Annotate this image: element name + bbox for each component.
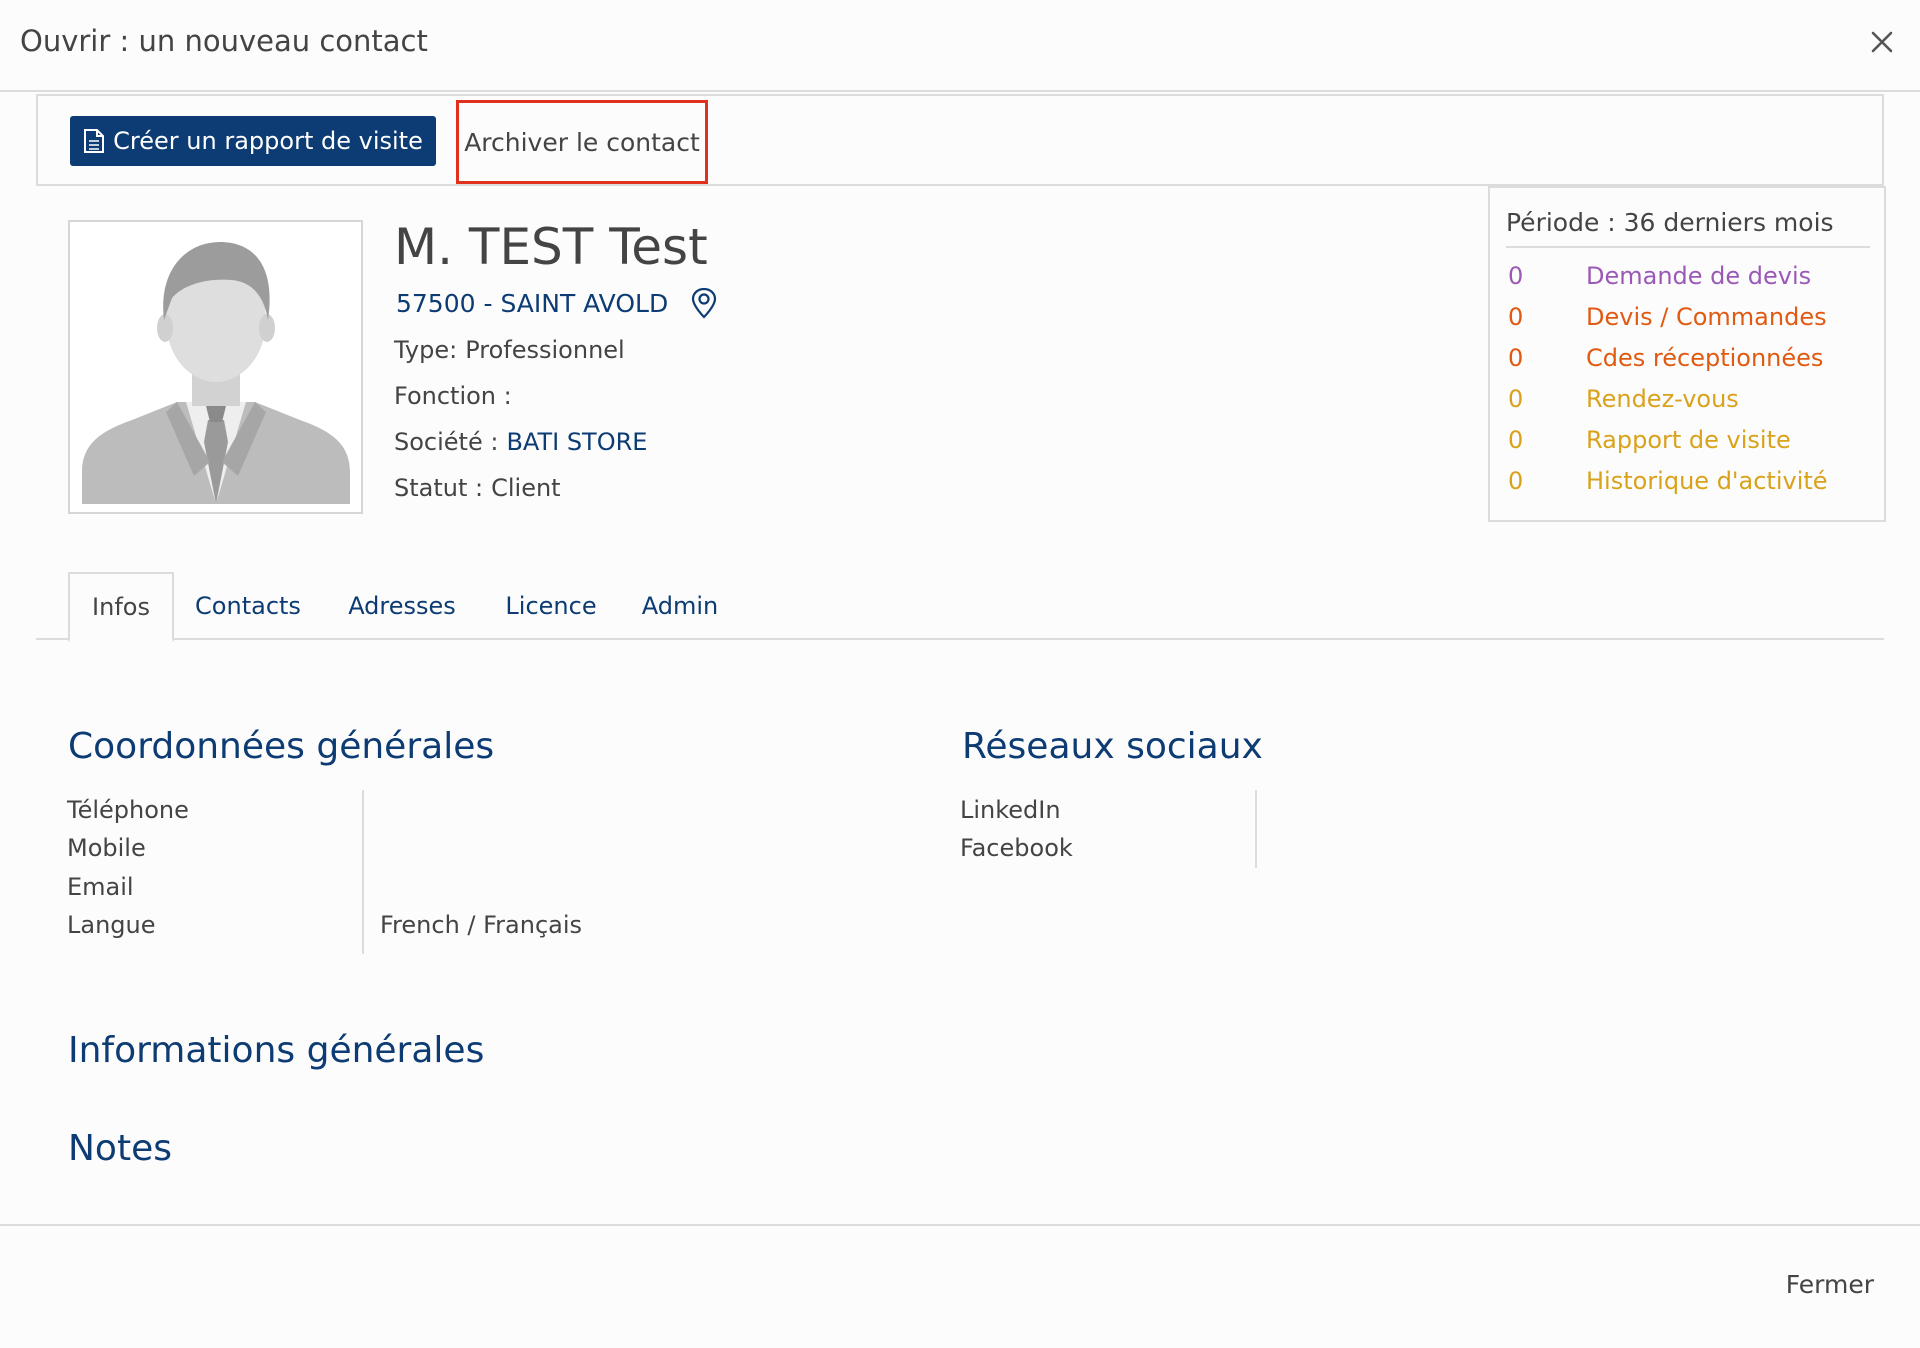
contact-company-label: Société : [394, 428, 499, 456]
tab-admin[interactable]: Admin [632, 572, 728, 640]
stat-count: 0 [1508, 262, 1524, 290]
contact-type-label: Type: [394, 336, 458, 364]
phone-label: Téléphone [67, 796, 189, 824]
close-button[interactable] [1862, 22, 1902, 62]
section-title-informations: Informations générales [68, 1030, 485, 1071]
map-pin-icon[interactable] [690, 287, 718, 319]
stat-label: Rendez-vous [1586, 385, 1739, 413]
column-divider [1255, 790, 1257, 868]
tab-licence[interactable]: Licence [494, 572, 608, 640]
contact-status-row: Statut : Client [394, 474, 561, 502]
close-footer-button[interactable]: Fermer [1778, 1266, 1882, 1303]
stat-label: Demande de devis [1586, 262, 1812, 290]
stat-quote-requests[interactable]: 0 Demande de devis [1508, 262, 1811, 290]
tab-infos[interactable]: Infos [68, 572, 174, 642]
stat-label: Rapport de visite [1586, 426, 1791, 454]
contact-company-link[interactable]: BATI STORE [506, 428, 647, 456]
tab-bar: Infos Contacts Adresses Licence Admin [36, 572, 1884, 642]
stat-label: Historique d'activité [1586, 467, 1828, 495]
stat-count: 0 [1508, 385, 1524, 413]
avatar [68, 220, 363, 514]
section-title-notes: Notes [68, 1128, 172, 1169]
stat-label: Cdes réceptionnées [1586, 344, 1824, 372]
close-icon [1871, 31, 1893, 53]
stat-count: 0 [1508, 303, 1524, 331]
file-document-icon [84, 129, 105, 153]
stat-received-orders[interactable]: 0 Cdes réceptionnées [1508, 344, 1823, 372]
section-title-coordonnees: Coordonnées générales [68, 726, 495, 767]
archive-contact-button[interactable]: Archiver le contact [456, 100, 708, 184]
language-value: French / Français [380, 911, 583, 939]
contact-function-label: Fonction : [394, 382, 512, 410]
contact-status-label: Statut : [394, 474, 484, 502]
stats-period: Période : 36 derniers mois [1506, 208, 1870, 248]
mobile-label: Mobile [67, 834, 146, 862]
section-title-reseaux: Réseaux sociaux [962, 726, 1263, 767]
stat-visit-reports[interactable]: 0 Rapport de visite [1508, 426, 1791, 454]
footer-divider [0, 1224, 1920, 1226]
toolbar: Créer un rapport de visite Archiver le c… [36, 94, 1884, 186]
contact-city-link[interactable]: 57500 - SAINT AVOLD [396, 287, 718, 319]
tab-adresses[interactable]: Adresses [332, 572, 472, 640]
contact-company-row: Société : BATI STORE [394, 428, 647, 456]
create-visit-report-label: Créer un rapport de visite [113, 127, 423, 155]
person-placeholder-icon [82, 242, 350, 504]
stat-count: 0 [1508, 344, 1524, 372]
stat-quotes-orders[interactable]: 0 Devis / Commandes [1508, 303, 1827, 331]
stat-activity-history[interactable]: 0 Historique d'activité [1508, 467, 1828, 495]
facebook-label: Facebook [960, 834, 1073, 862]
language-label: Langue [67, 911, 156, 939]
modal-title: Ouvrir : un nouveau contact [20, 24, 428, 58]
column-divider [362, 790, 364, 954]
contact-status-value: Client [491, 474, 561, 502]
contact-type-value: Professionnel [465, 336, 625, 364]
email-label: Email [67, 873, 134, 901]
archive-contact-label: Archiver le contact [464, 127, 700, 157]
contact-type-row: Type: Professionnel [394, 336, 625, 364]
stat-count: 0 [1508, 467, 1524, 495]
activity-stats-panel: Période : 36 derniers mois 0 Demande de d… [1488, 186, 1886, 522]
contact-modal: Ouvrir : un nouveau contact Créer un rap… [0, 0, 1920, 1348]
contact-function-row: Fonction : [394, 382, 520, 410]
stat-label: Devis / Commandes [1586, 303, 1827, 331]
contact-name: M. TEST Test [394, 218, 708, 276]
tab-contacts[interactable]: Contacts [186, 572, 310, 640]
linkedin-label: LinkedIn [960, 796, 1061, 824]
stat-appointments[interactable]: 0 Rendez-vous [1508, 385, 1739, 413]
create-visit-report-button[interactable]: Créer un rapport de visite [70, 116, 436, 166]
stat-count: 0 [1508, 426, 1524, 454]
modal-header: Ouvrir : un nouveau contact [0, 0, 1920, 92]
contact-city-label: 57500 - SAINT AVOLD [396, 288, 669, 318]
